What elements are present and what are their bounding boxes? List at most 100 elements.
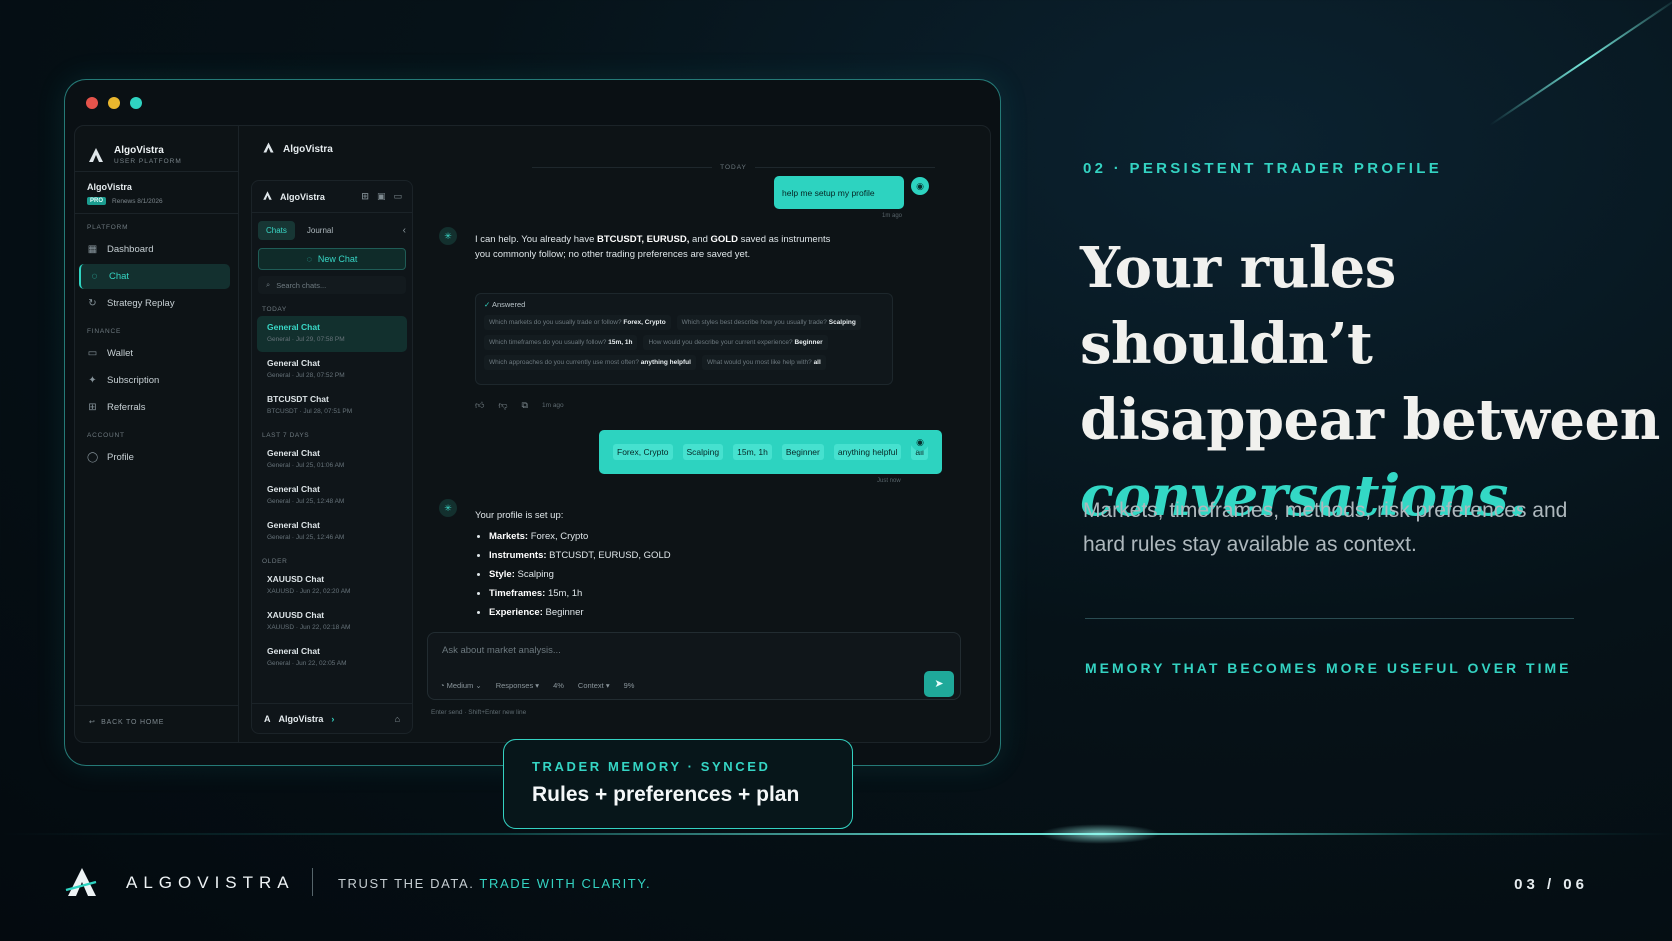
user-answers-message: Forex, Crypto Scalping 15m, 1h Beginner … xyxy=(599,430,942,474)
back-arrow-icon: ↩ xyxy=(89,719,96,726)
chat-meta: General · Jul 25, 01:06 AM xyxy=(267,462,345,469)
message-time: 1m ago xyxy=(882,213,903,219)
gift-icon: ⊞ xyxy=(88,402,97,413)
back-to-home-link[interactable]: ↩ BACK TO HOME xyxy=(75,705,238,742)
trader-memory-badge: TRADER MEMORY · SYNCED Rules + preferenc… xyxy=(503,739,853,829)
sidebar: AlgoVistra USER PLATFORM AlgoVistra PRO … xyxy=(75,126,239,742)
headline-line: disappear between xyxy=(1080,387,1660,453)
answer-chip: anything helpful xyxy=(833,444,902,460)
answer-chip: Scalping xyxy=(682,444,724,460)
sidebar-item-profile[interactable]: ◯ Profile xyxy=(79,445,230,470)
sidebar-item-strategy-replay[interactable]: ↻ Strategy Replay xyxy=(79,291,230,316)
chat-list-item[interactable]: General Chat General · Jul 25, 01:06 AM xyxy=(257,442,407,478)
thumbs-down-icon[interactable]: 👎︎ xyxy=(498,400,507,411)
sidebar-item-wallet[interactable]: ▭ Wallet xyxy=(79,341,230,366)
chat-list-item[interactable]: General Chat General · Jul 25, 12:48 AM xyxy=(257,478,407,514)
grid-view-icon[interactable]: ⊞ xyxy=(361,191,369,202)
effort-value: Medium xyxy=(446,681,474,690)
chat-list-footer[interactable]: A AlgoVistra › ⌂ xyxy=(252,703,412,733)
sidebar-item-label: Profile xyxy=(107,452,134,463)
assistant-text: and xyxy=(689,234,711,245)
maximize-dot[interactable] xyxy=(130,97,142,109)
send-button[interactable]: ➤ xyxy=(924,671,954,697)
responses-percent: 4% xyxy=(553,681,564,690)
answered-questions-card: ✓ Answered Which markets do you usually … xyxy=(475,293,893,385)
message-time: Just now xyxy=(877,478,901,484)
page-indicator: 03 / 06 xyxy=(1514,876,1588,893)
effort-select[interactable]: ◔ Medium ⌄ xyxy=(440,681,482,690)
context-meter[interactable]: Context ▾ xyxy=(578,681,610,690)
chat-meta: General · Jul 25, 12:48 AM xyxy=(267,498,345,505)
user-icon: ◯ xyxy=(87,452,99,463)
algovistra-logo-icon xyxy=(87,146,105,164)
chat-meta: General · Jul 25, 12:46 AM xyxy=(267,534,345,541)
sidebar-item-label: Strategy Replay xyxy=(107,298,175,309)
search-icon: ⌕ xyxy=(266,280,271,289)
chat-title: General Chat xyxy=(267,646,320,656)
assistant-avatar-icon: ✳ xyxy=(439,499,457,517)
badge-kicker: TRADER MEMORY · SYNCED xyxy=(532,759,771,774)
minimize-dot[interactable] xyxy=(108,97,120,109)
chat-list-item[interactable]: General Chat General · Jul 25, 12:46 AM xyxy=(257,514,407,550)
collapse-chevron-icon[interactable]: ‹ xyxy=(403,225,406,236)
message-actions: 👍︎ 👎︎ ⧉ 1m ago xyxy=(475,400,564,411)
context-percent: 9% xyxy=(623,681,635,690)
divider xyxy=(1085,618,1574,619)
copy-icon[interactable]: ⧉ xyxy=(522,400,528,411)
profile-value: Forex, Crypto xyxy=(528,531,589,542)
chat-list-item[interactable]: BTCUSDT Chat BTCUSDT · Jul 28, 07:51 PM xyxy=(257,388,407,424)
chat-list-item[interactable]: General Chat General · Jul 28, 07:52 PM xyxy=(257,352,407,388)
chat-title: XAUUSD Chat xyxy=(267,574,325,584)
qa-question: Which styles best describe how you usual… xyxy=(681,319,827,326)
chat-bubble-icon: ◌ xyxy=(91,271,98,282)
answered-label: Answered xyxy=(491,300,526,309)
home-icon[interactable]: ⌂ xyxy=(395,714,400,724)
sidebar-item-chat[interactable]: ◌ Chat xyxy=(79,264,230,289)
profile-value: Scalping xyxy=(514,569,554,580)
footer-brand-name: ALGOVISTRA xyxy=(126,873,295,892)
chat-title: General Chat xyxy=(267,484,320,494)
sidebar-item-subscription[interactable]: ✦ Subscription xyxy=(79,368,230,393)
tab-journal[interactable]: Journal xyxy=(299,221,341,240)
profile-key: Instruments: xyxy=(489,550,547,561)
tagline: MEMORY THAT BECOMES MORE USEFUL OVER TIM… xyxy=(1085,660,1572,676)
sidebar-item-referrals[interactable]: ⊞ Referrals xyxy=(79,395,230,420)
section-label-finance: FINANCE xyxy=(87,328,122,335)
qa-answer: anything helpful xyxy=(640,359,691,366)
horizon-glow xyxy=(0,833,1672,835)
user-message-text: help me setup my profile xyxy=(782,187,875,198)
sidebar-item-dashboard[interactable]: ▦ Dashboard xyxy=(79,237,230,262)
user-avatar-icon: ◉ xyxy=(911,433,929,451)
new-chat-button[interactable]: ◌ New Chat xyxy=(258,248,406,270)
chat-list-item[interactable]: General Chat General · Jul 29, 07:58 PM xyxy=(257,316,407,352)
headline-line: Your rules shouldn’t xyxy=(1080,235,1396,377)
chat-list-tabs: Chats Journal ‹ xyxy=(252,213,412,244)
chat-list-title: AlgoVistra xyxy=(280,191,325,202)
answer-chip: Forex, Crypto xyxy=(613,444,673,460)
responses-meter[interactable]: Responses ▾ xyxy=(496,681,539,690)
qa-answer: Beginner xyxy=(794,339,823,346)
calendar-icon[interactable]: ▣ xyxy=(377,191,386,202)
group-label-older: OLDER xyxy=(262,558,288,565)
profile-value: Beginner xyxy=(542,607,584,618)
profile-key: Style: xyxy=(489,569,515,580)
responses-label: Responses xyxy=(495,681,534,690)
chat-input[interactable]: Ask about market analysis... xyxy=(442,645,561,656)
context-label: Context xyxy=(577,681,604,690)
section-label-platform: PLATFORM xyxy=(87,224,129,231)
thumbs-up-icon[interactable]: 👍︎ xyxy=(475,400,484,411)
chat-list-item[interactable]: XAUUSD Chat XAUUSD · Jun 22, 02:20 AM xyxy=(257,568,407,604)
chat-title: General Chat xyxy=(267,322,320,332)
assistant-text: you commonly follow; no other trading pr… xyxy=(475,249,751,260)
close-dot[interactable] xyxy=(86,97,98,109)
qa-question: Which markets do you usually trade or fo… xyxy=(489,319,622,326)
chat-title: BTCUSDT Chat xyxy=(267,394,329,404)
chat-meta: BTCUSDT · Jul 28, 07:51 PM xyxy=(267,408,353,415)
chat-list-item[interactable]: XAUUSD Chat XAUUSD · Jun 22, 02:18 AM xyxy=(257,604,407,640)
search-chats-input[interactable]: ⌕ Search chats... xyxy=(258,276,406,294)
tab-chats[interactable]: Chats xyxy=(258,221,295,240)
chat-list-item[interactable]: General Chat General · Jun 22, 02:05 AM xyxy=(257,640,407,676)
account-card[interactable]: AlgoVistra PRO Renews 8/1/2026 xyxy=(75,172,238,214)
qa-answer: 15m, 1h xyxy=(608,339,633,346)
layout-icon[interactable]: ▭ xyxy=(393,191,402,202)
